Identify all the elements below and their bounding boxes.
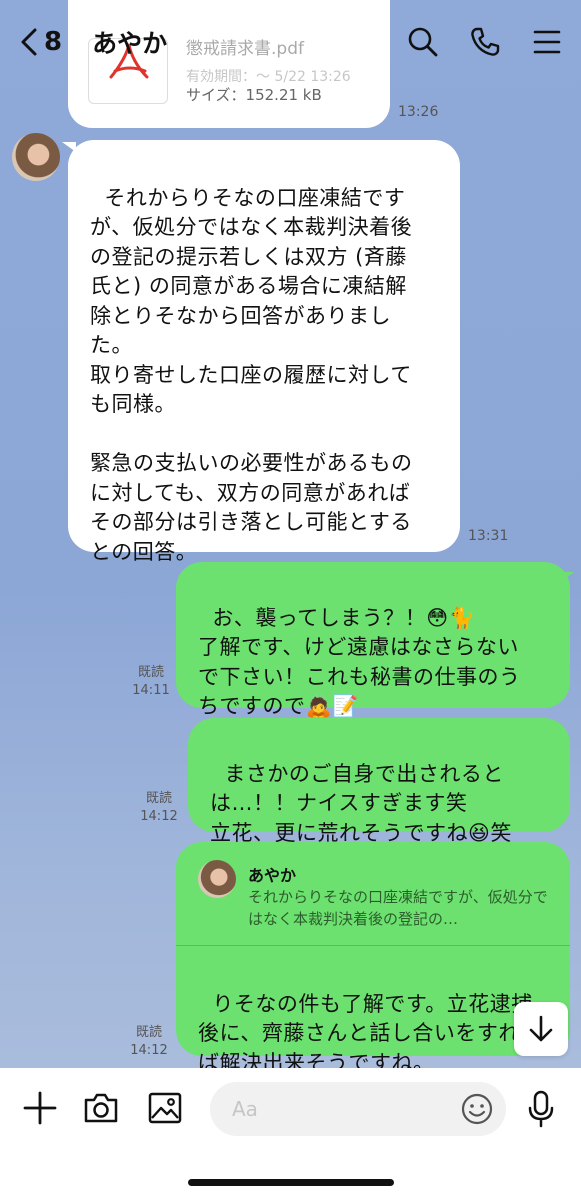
read-receipt: 既読 14:12 — [126, 1024, 172, 1060]
outgoing-message-bubble[interactable]: まさかのご自身で出されると は…！！ナイスすぎます笑 立花、更に荒れそうですね😆… — [188, 718, 570, 845]
reply-avatar — [198, 860, 236, 898]
reply-sender-name: あやか — [248, 866, 297, 885]
outgoing-message-bubble[interactable]: お、襲ってしまう？！😳🐈 了解です、けど遠慮はなさらない で下さい！これも秘書の… — [176, 562, 570, 718]
message-time: 14:11 — [132, 683, 170, 698]
camera-icon[interactable] — [82, 1090, 120, 1126]
read-receipt: 既読 14:11 — [128, 664, 174, 700]
input-placeholder: Aa — [232, 1097, 258, 1121]
incoming-message-bubble[interactable]: それからりそなの口座凍結です が、仮処分ではなく本裁判決着後 の登記の提示若しく… — [68, 140, 460, 564]
search-icon[interactable] — [407, 26, 439, 58]
plus-icon[interactable] — [22, 1090, 58, 1126]
image-icon[interactable] — [146, 1090, 184, 1126]
microphone-icon[interactable] — [526, 1090, 556, 1128]
message-text: それからりそなの口座凍結です が、仮処分ではなく本裁判決着後 の登記の提示若しく… — [90, 185, 413, 564]
message-text: お、襲ってしまう？！😳🐈 了解です、けど遠慮はなさらない で下さい！これも秘書の… — [198, 605, 521, 719]
scroll-to-bottom-button[interactable] — [514, 1002, 568, 1056]
emoji-icon[interactable] — [460, 1092, 494, 1126]
reply-quoted-text: それからりそなの口座凍結ですが、仮処分ではなく本裁判決着後の登記の… — [248, 888, 548, 928]
home-indicator — [188, 1179, 394, 1186]
message-input[interactable]: Aa — [210, 1082, 506, 1136]
reply-quote[interactable]: あやか それからりそなの口座凍結ですが、仮処分ではなく本裁判決着後の登記の… — [176, 842, 570, 946]
file-size: サイズ：152.21 kB — [186, 86, 322, 104]
read-label: 既読 — [137, 665, 164, 680]
message-time: 13:31 — [468, 528, 509, 544]
reply-message-body: りそなの件も了解です。立花逮捕 後に、齊藤さんと話し合いをすれ ば解決出来そうで… — [176, 956, 570, 1075]
read-label: 既読 — [135, 1025, 162, 1040]
avatar[interactable] — [12, 133, 60, 181]
message-text: まさかのご自身で出されると は…！！ナイスすぎます笑 立花、更に荒れそうですね😆… — [210, 761, 512, 845]
unread-count: 8 — [44, 27, 63, 57]
phone-icon[interactable] — [469, 26, 501, 58]
menu-icon[interactable] — [531, 26, 563, 58]
arrow-down-icon — [529, 1015, 553, 1042]
back-button[interactable]: 8 — [18, 27, 62, 57]
read-receipt: 既読 14:12 — [136, 790, 182, 826]
message-input-bar: Aa — [0, 1068, 581, 1200]
message-time: 14:12 — [130, 1043, 168, 1058]
message-time: 14:12 — [140, 809, 178, 824]
read-label: 既読 — [145, 791, 172, 806]
chat-title: あやか — [92, 29, 168, 58]
message-time: 13:26 — [398, 104, 439, 120]
back-chevron-icon — [21, 28, 37, 56]
chat-header: 8 あやか — [0, 0, 581, 84]
